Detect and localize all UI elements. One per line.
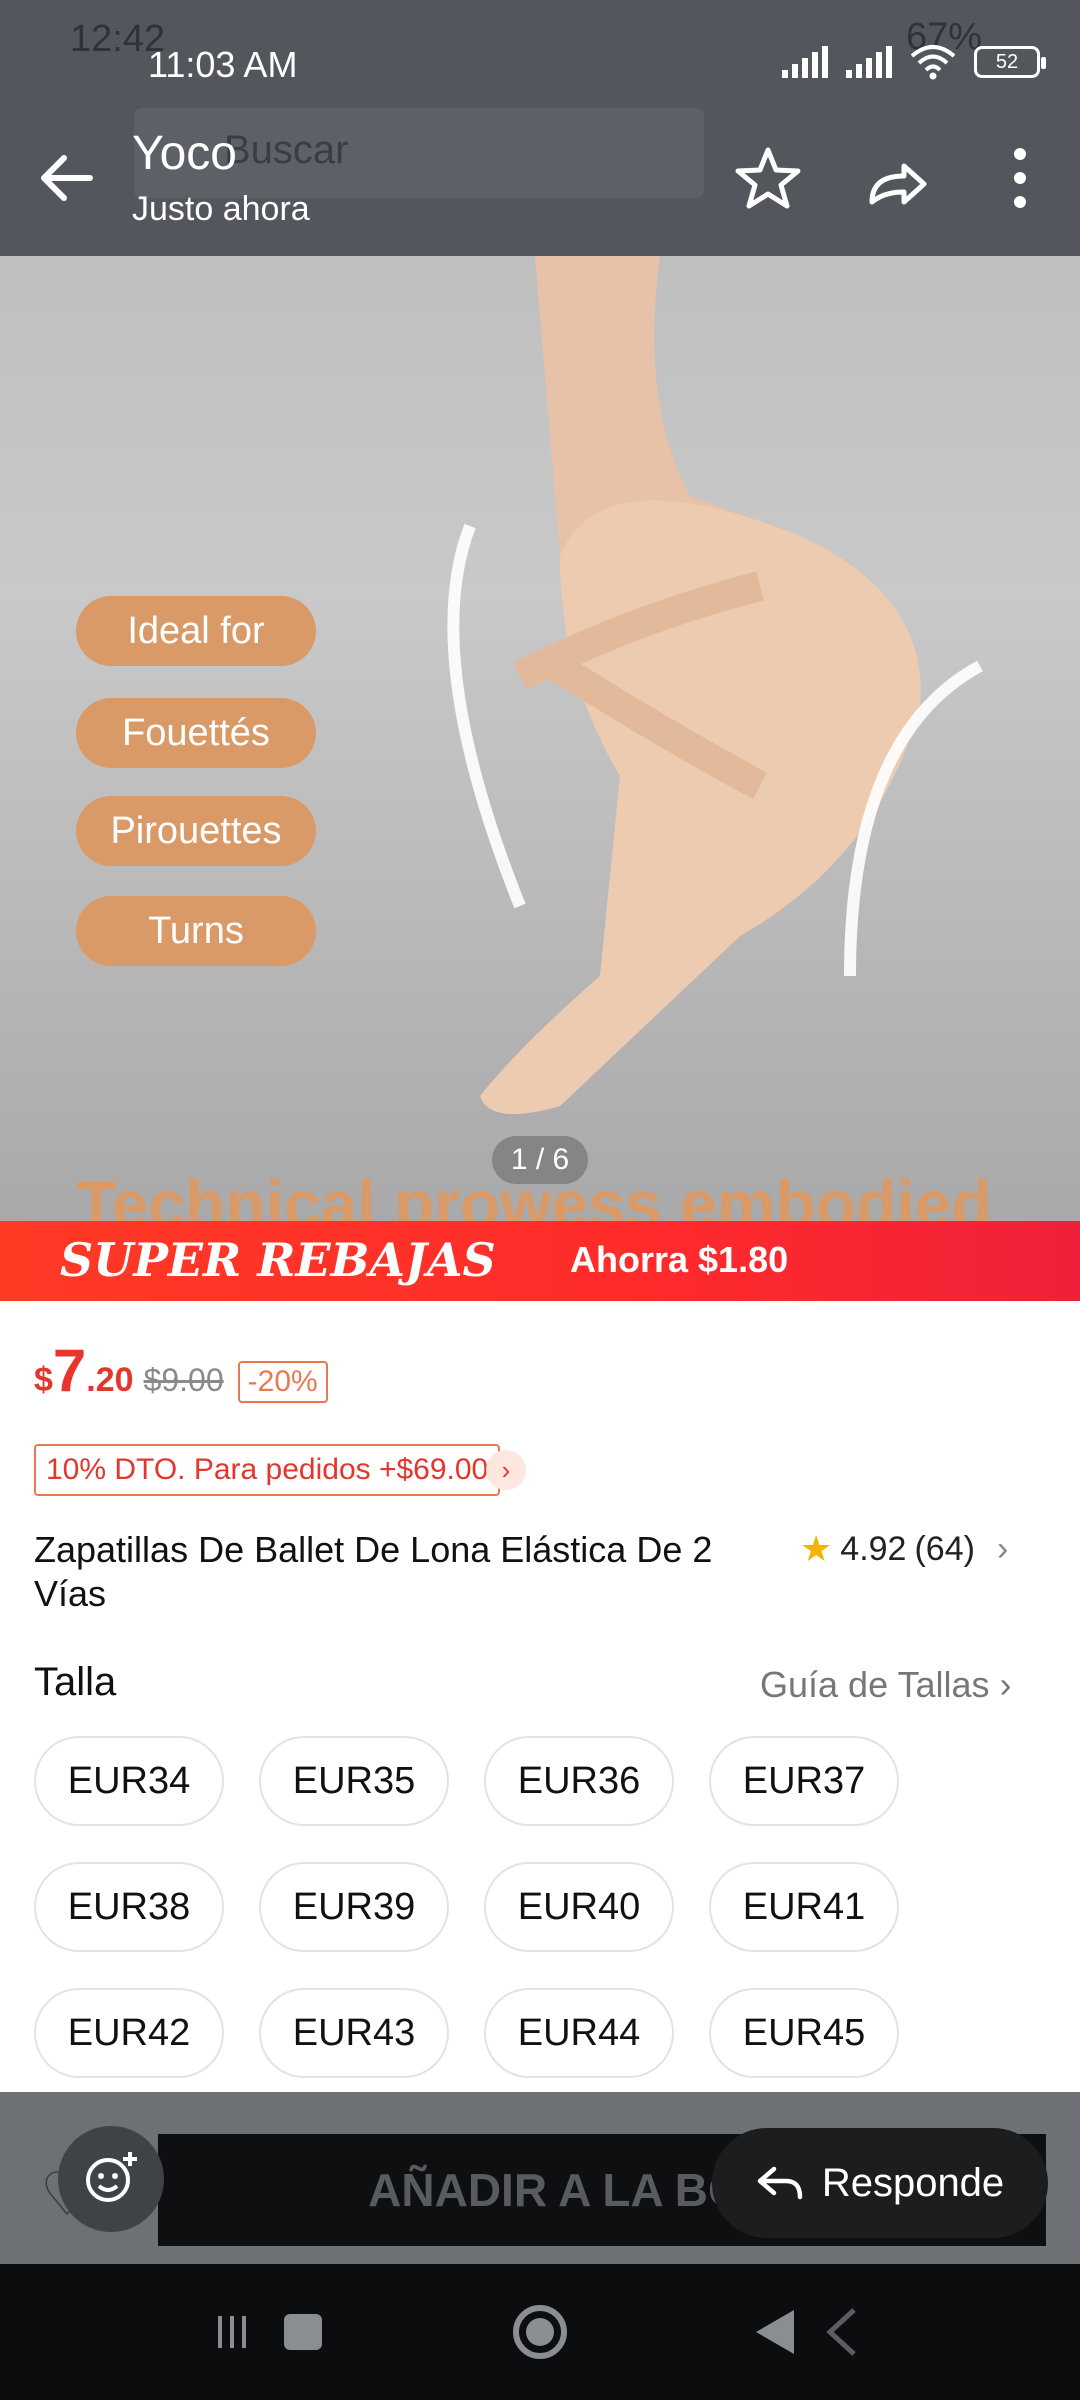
wifi-icon [910,45,956,80]
home-icon[interactable] [508,2302,572,2362]
emoji-reaction-button[interactable] [58,2126,164,2232]
reply-arrow-icon [757,2166,803,2200]
chevron-right-icon[interactable]: › [486,1450,526,1490]
size-option[interactable]: EUR39 [259,1862,449,1952]
size-option[interactable]: EUR34 [34,1736,224,1826]
size-option[interactable]: EUR44 [484,1988,674,2078]
star-outline-icon[interactable] [730,140,806,216]
original-price: $9.00 [143,1362,224,1398]
size-option[interactable]: EUR45 [709,1988,899,2078]
review-count: (64) [914,1529,975,1568]
discount-badge: -20% [237,1361,328,1403]
feature-pill: Turns [76,896,316,966]
size-option[interactable]: EUR43 [259,1988,449,2078]
size-option[interactable]: EUR37 [709,1736,899,1826]
size-label: Talla [34,1660,117,1704]
feature-pill: Fouettés [76,698,316,768]
status-time: 11:03 AM [148,44,298,85]
size-guide-link[interactable]: Guía de Tallas › [760,1664,1012,1706]
product-title: Zapatillas De Ballet De Lona Elástica De… [34,1529,713,1614]
chevron-right-icon: › [999,1664,1012,1705]
price-decimal: .20 [86,1361,134,1399]
price-currency: $ [34,1361,53,1399]
size-options: EUR34 EUR35 EUR36 EUR37 EUR38 EUR39 EUR4… [34,1736,934,2078]
feature-pill: Ideal for [76,596,316,666]
underlying-search-placeholder: Buscar [224,128,349,172]
chat-subtitle: Justo ahora [132,190,310,228]
reply-button[interactable]: Responde [712,2128,1048,2238]
back-triangle-icon[interactable] [752,2302,862,2362]
signal-icon [846,46,892,78]
chat-title: Yoco [132,127,237,180]
emoji-add-icon [86,2152,137,2202]
price-integer: 7 [52,1337,87,1404]
size-option[interactable]: EUR36 [484,1736,674,1826]
battery-icon: 52 [974,46,1046,78]
recent-apps-icon[interactable] [214,2302,334,2362]
price-row: $ 7 .20 $9.00 -20% [34,1336,328,1405]
size-option[interactable]: EUR40 [484,1862,674,1952]
rating-summary[interactable]: ★ 4.92 (64) › [800,1528,1008,1570]
size-guide-label: Guía de Tallas [760,1664,990,1705]
feature-pill: Pirouettes [76,796,316,866]
size-option[interactable]: EUR38 [34,1862,224,1952]
chevron-right-icon: › [996,1529,1009,1568]
reply-label: Responde [821,2160,1005,2205]
back-arrow-icon[interactable] [30,142,102,214]
sale-title: SUPER REBAJAS [60,1233,496,1287]
size-option[interactable]: EUR35 [259,1736,449,1826]
star-icon: ★ [800,1528,833,1569]
coupon-badge[interactable]: 10% DTO. Para pedidos +$69.00 [34,1444,501,1496]
signal-icon [782,46,828,78]
rating-value: 4.92 [840,1529,907,1568]
sale-banner: SUPER REBAJAS Ahorra $1.80 [0,1221,1080,1301]
more-vert-icon[interactable] [982,140,1058,216]
forward-share-icon[interactable] [862,140,938,216]
status-icons: 52 [782,44,1046,80]
size-option[interactable]: EUR42 [34,1988,224,2078]
sale-savings: Ahorra $1.80 [570,1239,789,1280]
size-option[interactable]: EUR41 [709,1862,899,1952]
screen: 12:42 67% 11:03 AM 52 Buscar Yoco Justo … [0,0,1080,2400]
